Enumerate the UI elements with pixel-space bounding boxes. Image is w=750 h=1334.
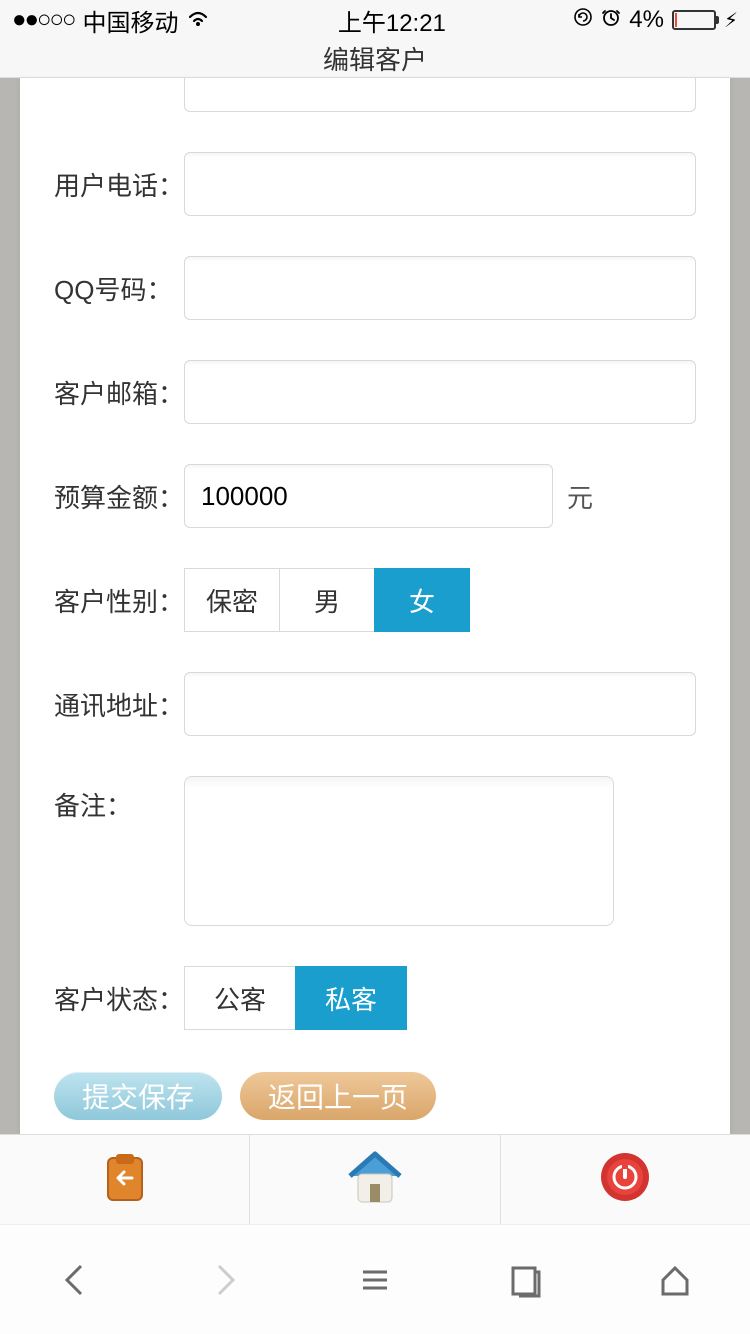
gender-label: 客户性别： xyxy=(54,582,184,619)
form-card: 用户电话： QQ号码： 客户邮箱： 预算金额： 元 客户性别： 保密 男 女 通… xyxy=(20,78,730,1134)
home-icon xyxy=(344,1148,406,1211)
page-title: 编辑客户 xyxy=(323,40,427,77)
email-label: 客户邮箱： xyxy=(54,374,184,411)
browser-home-button[interactable] xyxy=(655,1260,695,1300)
remark-textarea[interactable] xyxy=(184,776,614,926)
address-input[interactable] xyxy=(184,672,696,736)
submit-button[interactable]: 提交保存 xyxy=(54,1072,222,1120)
wifi-icon xyxy=(186,7,210,33)
battery-icon xyxy=(672,10,716,30)
signal-dots: ●●○○○ xyxy=(12,6,74,34)
rotation-lock-icon xyxy=(573,6,593,34)
address-label: 通讯地址： xyxy=(54,686,184,723)
tab-clipboard[interactable] xyxy=(0,1135,250,1224)
row-phone: 用户电话： xyxy=(54,152,696,216)
row-qq: QQ号码： xyxy=(54,256,696,320)
battery-pct: 4% xyxy=(629,6,664,34)
row-email: 客户邮箱： xyxy=(54,360,696,424)
row-budget: 预算金额： 元 xyxy=(54,464,696,528)
status-option-private[interactable]: 私客 xyxy=(295,966,407,1030)
carrier-label: 中国移动 xyxy=(82,3,178,38)
gender-option-secret[interactable]: 保密 xyxy=(184,568,280,632)
gender-segmented: 保密 男 女 xyxy=(184,568,470,632)
gender-option-male[interactable]: 男 xyxy=(279,568,375,632)
back-button[interactable]: 返回上一页 xyxy=(240,1072,436,1120)
tab-home[interactable] xyxy=(250,1135,500,1224)
page-title-bar: 编辑客户 xyxy=(0,40,750,78)
remark-label: 备注： xyxy=(54,776,184,823)
browser-tabs-button[interactable] xyxy=(505,1260,545,1300)
budget-unit: 元 xyxy=(567,478,593,515)
clock: 上午12:21 xyxy=(338,3,446,38)
row-gender: 客户性别： 保密 男 女 xyxy=(54,568,696,632)
status-label: 客户状态： xyxy=(54,980,184,1017)
status-segmented: 公客 私客 xyxy=(184,966,407,1030)
gender-option-female[interactable]: 女 xyxy=(374,568,470,632)
qq-input[interactable] xyxy=(184,256,696,320)
email-input[interactable] xyxy=(184,360,696,424)
row-hidden-top xyxy=(54,78,696,112)
browser-back-button[interactable] xyxy=(55,1260,95,1300)
tab-power[interactable] xyxy=(501,1135,750,1224)
row-status: 客户状态： 公客 私客 xyxy=(54,966,696,1030)
qq-label: QQ号码： xyxy=(54,270,184,307)
browser-navbar xyxy=(0,1224,750,1334)
row-remark: 备注： xyxy=(54,776,696,926)
charging-icon: ⚡︎ xyxy=(724,8,738,33)
status-option-public[interactable]: 公客 xyxy=(184,966,296,1030)
app-tabbar xyxy=(0,1134,750,1224)
phone-input[interactable] xyxy=(184,152,696,216)
budget-input[interactable] xyxy=(184,464,553,528)
budget-label: 预算金额： xyxy=(54,478,184,515)
row-address: 通讯地址： xyxy=(54,672,696,736)
input-prev-field[interactable] xyxy=(184,78,696,112)
phone-label: 用户电话： xyxy=(54,166,184,203)
status-bar: ●●○○○ 中国移动 上午12:21 4% ⚡︎ xyxy=(0,0,750,40)
alarm-icon xyxy=(601,6,621,34)
clipboard-icon xyxy=(98,1150,152,1209)
browser-forward-button[interactable] xyxy=(205,1260,245,1300)
browser-menu-button[interactable] xyxy=(355,1260,395,1300)
action-bar: 提交保存 返回上一页 xyxy=(54,1072,436,1120)
power-icon xyxy=(599,1151,651,1208)
